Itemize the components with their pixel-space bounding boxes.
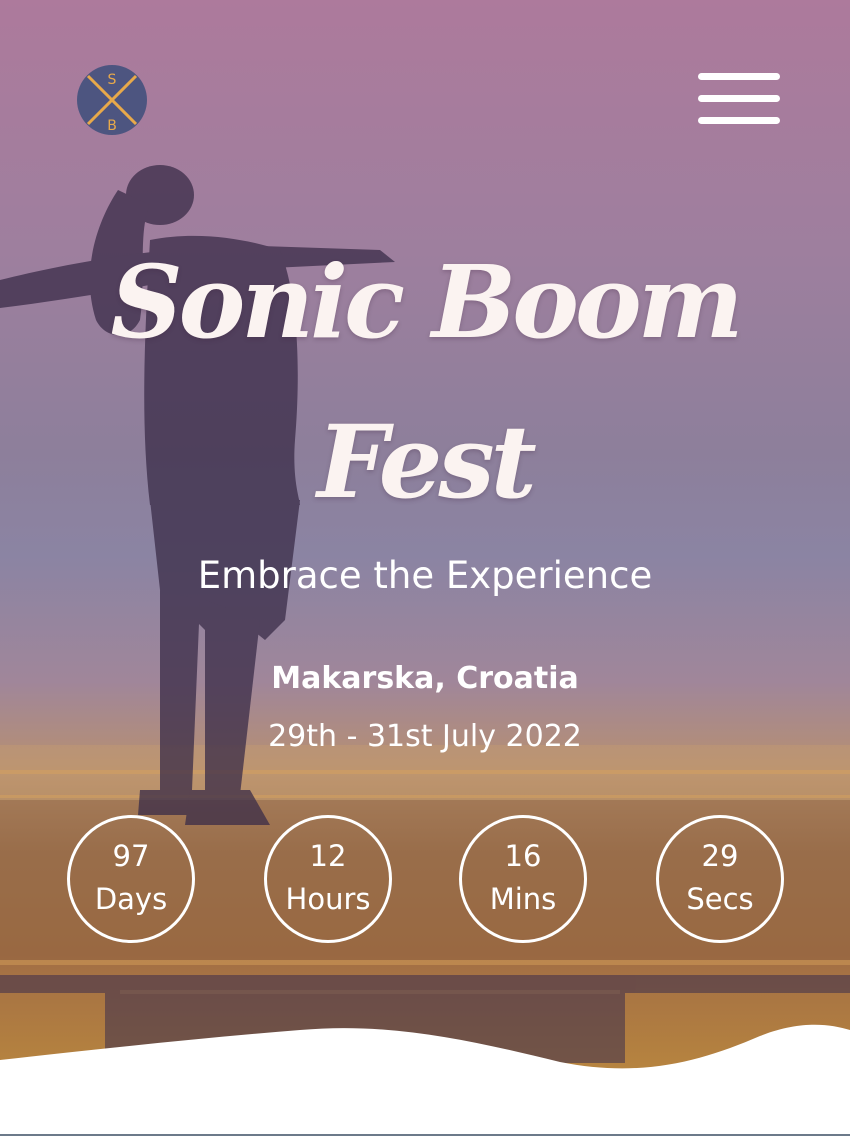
menu-bar-bottom (698, 117, 780, 124)
hamburger-menu-icon[interactable] (698, 73, 780, 125)
sb-logo[interactable]: S B (76, 64, 148, 136)
festival-dates: 29th - 31st July 2022 (268, 719, 582, 754)
logo-letter-b: B (107, 118, 117, 134)
countdown-days-unit: Days (94, 882, 168, 916)
countdown-mins-unit: Mins (489, 882, 557, 916)
menu-bar-top (698, 73, 780, 80)
festival-tagline: Embrace the Experience (197, 554, 653, 597)
festival-location: Makarska, Croatia (271, 661, 579, 696)
countdown-secs: 29 Secs (656, 815, 784, 943)
countdown-hours: 12 Hours (264, 815, 392, 943)
countdown-mins-value: 16 (504, 839, 542, 873)
countdown-hours-unit: Hours (285, 882, 371, 916)
logo-letter-s: S (108, 72, 117, 88)
countdown-secs-unit: Secs (686, 882, 754, 916)
menu-bar-middle (698, 95, 780, 102)
countdown-days: 97 Days (67, 815, 195, 943)
countdown-mins: 16 Mins (459, 815, 587, 943)
countdown-days-value: 97 (112, 839, 150, 873)
countdown-secs-value: 29 (701, 839, 739, 873)
countdown-hours-value: 12 (309, 839, 347, 873)
wave-divider (0, 1024, 850, 1136)
hero-section: S B Sonic Boom Fest Embrace the Experien… (0, 0, 850, 1136)
festival-title: Sonic Boom Fest (110, 243, 743, 521)
